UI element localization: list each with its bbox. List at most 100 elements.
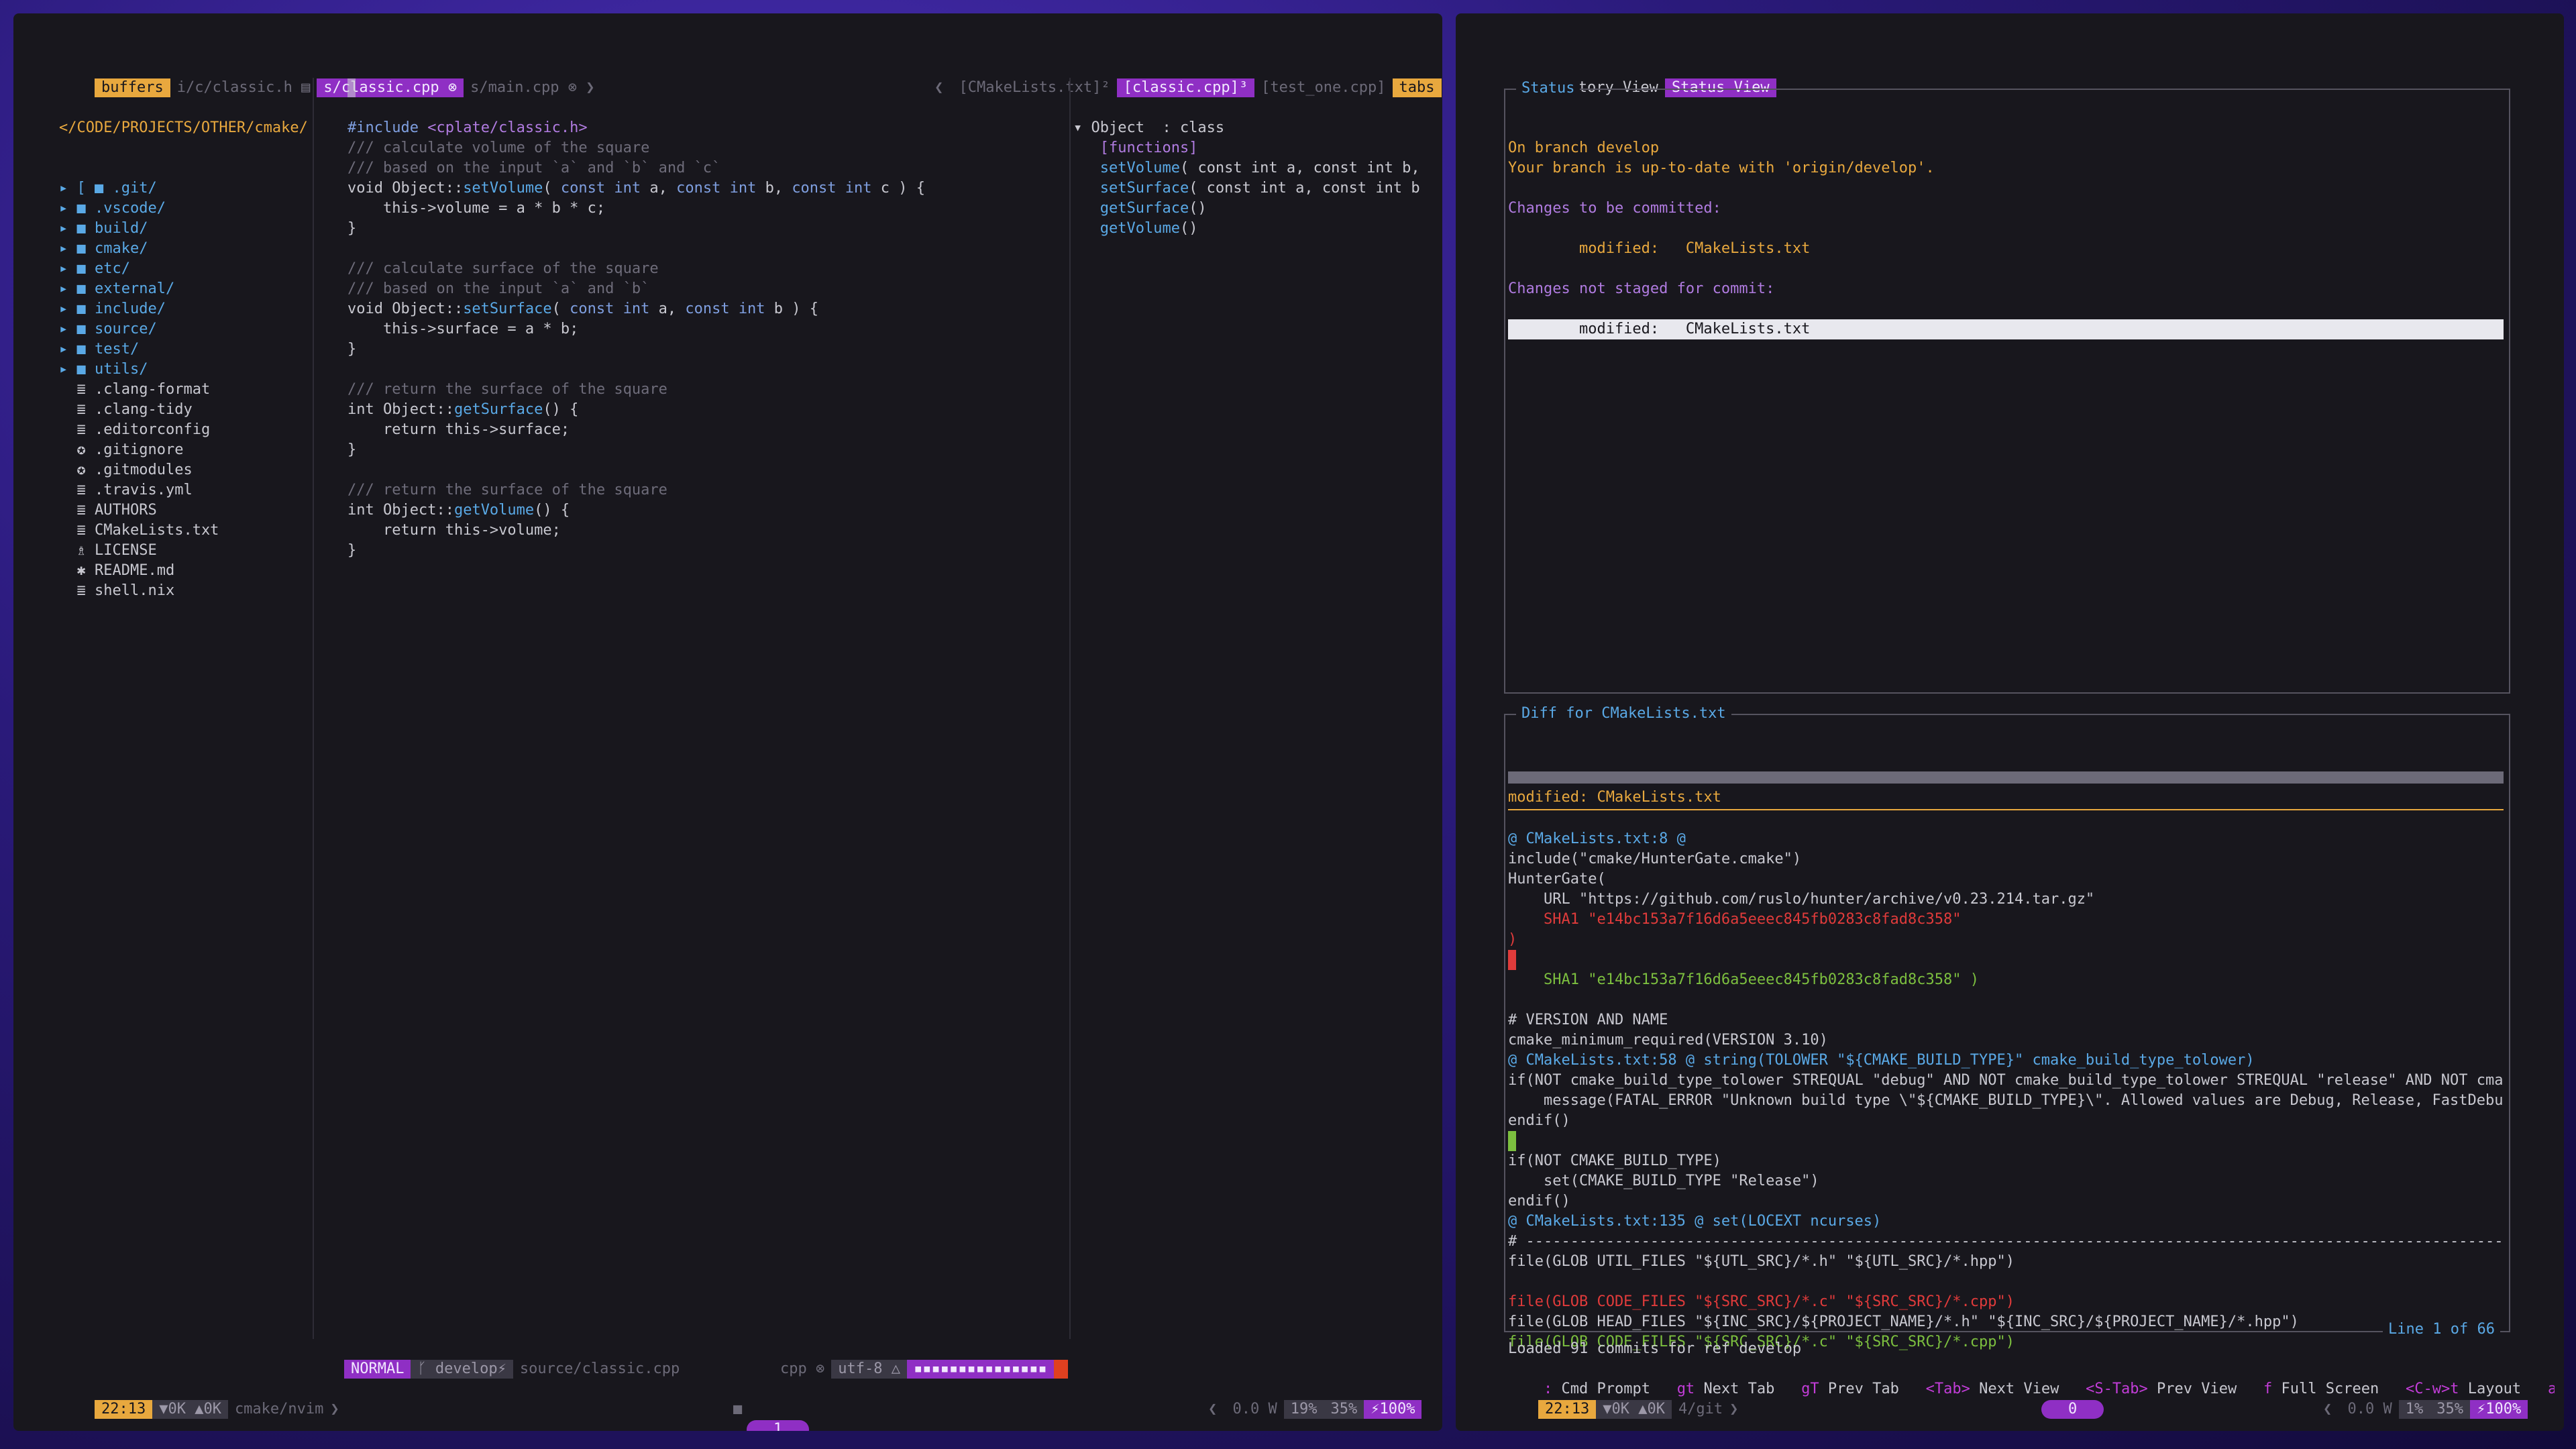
status-line bbox=[1508, 178, 2504, 199]
tmux-session: 4/git bbox=[1678, 1401, 1723, 1417]
tree-item[interactable]: ▸ ■ utils/ bbox=[59, 360, 314, 380]
statusline-right: cpp ⊗ utf-8 △ ▪▪▪▪▪▪▪▪▪▪▪▪▪▪▪ ▮ bbox=[738, 1339, 1068, 1379]
code-token: /// calculate volume of the square bbox=[347, 140, 650, 156]
tmux-load: 0.0 W bbox=[2347, 1401, 2392, 1417]
tree-item-name: external/ bbox=[95, 280, 175, 297]
text-cursor bbox=[347, 78, 356, 97]
expand-arrow-icon[interactable]: ▸ bbox=[59, 200, 77, 217]
tree-item-name: LICENSE bbox=[95, 542, 157, 559]
expand-arrow-icon[interactable] bbox=[59, 462, 77, 478]
tmux-window-1[interactable]: 1 bbox=[746, 1420, 810, 1431]
code-line: } bbox=[347, 541, 1072, 561]
expand-arrow-icon[interactable] bbox=[59, 522, 77, 539]
code-token: } bbox=[347, 220, 357, 237]
tree-item[interactable]: ▸ ■ include/ bbox=[59, 299, 314, 319]
current-file: source/classic.cpp bbox=[519, 1360, 680, 1377]
tree-item-name: .gitmodules bbox=[95, 462, 193, 478]
expand-arrow-icon[interactable]: ▸ bbox=[59, 280, 77, 297]
code-line: void Object::setVolume( const int a, con… bbox=[347, 178, 1072, 199]
tmux-window-0[interactable]: 0 bbox=[2041, 1400, 2104, 1419]
tree-item[interactable]: ≣ shell.nix bbox=[59, 581, 314, 601]
tree-item[interactable]: ▸ ■ source/ bbox=[59, 319, 314, 339]
tree-item-name: build/ bbox=[95, 220, 148, 237]
diff-header-bar bbox=[1508, 771, 2504, 784]
tree-item-name: cmake/ bbox=[95, 240, 148, 257]
expand-arrow-icon[interactable]: ▸ bbox=[59, 361, 77, 378]
tree-item[interactable]: ≣ .clang-format bbox=[59, 380, 314, 400]
expand-arrow-icon[interactable]: ▸ bbox=[59, 301, 77, 317]
expand-arrow-icon[interactable] bbox=[59, 562, 77, 579]
tree-item[interactable]: ♗ LICENSE bbox=[59, 541, 314, 561]
diff-line: file(GLOB CODE_FILES "${SRC_SRC}/*.c" "$… bbox=[1508, 1293, 2015, 1310]
tree-item[interactable]: ▸ ■ build/ bbox=[59, 219, 314, 239]
expand-arrow-icon[interactable] bbox=[59, 421, 77, 438]
expand-arrow-icon[interactable] bbox=[59, 502, 77, 519]
split-divider[interactable] bbox=[313, 78, 314, 1339]
tree-item[interactable]: ▸ [ ■ .git/ bbox=[59, 178, 314, 199]
tree-item[interactable]: ✪ .gitmodules bbox=[59, 460, 314, 480]
expand-arrow-icon[interactable] bbox=[59, 542, 77, 559]
diff-line: SHA1 "e14bc153a7f16d6a5eeec845fb0283c8fa… bbox=[1508, 971, 1979, 988]
diff-line: include("cmake/HunterGate.cmake") bbox=[1508, 851, 1802, 867]
folder-icon: ■ bbox=[76, 220, 95, 237]
expand-arrow-icon[interactable] bbox=[59, 441, 77, 458]
expand-arrow-icon[interactable] bbox=[59, 482, 77, 498]
tree-item[interactable]: ≣ .travis.yml bbox=[59, 480, 314, 500]
code-token: /// based on the input `a` and `b` bbox=[347, 280, 650, 297]
split-divider[interactable] bbox=[1069, 78, 1071, 1339]
folder-icon: ■ bbox=[76, 280, 95, 297]
tree-item[interactable]: ≣ CMakeLists.txt bbox=[59, 521, 314, 541]
expand-arrow-icon[interactable]: ▸ bbox=[59, 260, 77, 277]
expand-arrow-icon[interactable] bbox=[59, 582, 77, 599]
code-line: /// return the surface of the square bbox=[347, 380, 1072, 400]
code-line: int Object::getSurface() { bbox=[347, 400, 1072, 420]
expand-arrow-icon[interactable] bbox=[59, 381, 77, 398]
diff-panel-title: Diff for CMakeLists.txt bbox=[1516, 704, 1731, 723]
tree-item[interactable]: ≣ .clang-tidy bbox=[59, 400, 314, 420]
view-tabs: History View Status View bbox=[1509, 58, 1776, 97]
code-editor[interactable]: #include <cplate/classic.h> /// calculate… bbox=[347, 78, 1072, 601]
tree-item[interactable]: ▸ ■ external/ bbox=[59, 279, 314, 299]
code-token: /// return the surface of the square bbox=[347, 482, 667, 498]
folder-icon: ■ bbox=[76, 200, 95, 217]
code-line: /// based on the input `a` and `b` and `… bbox=[347, 158, 1072, 178]
tree-item[interactable]: ▸ ■ etc/ bbox=[59, 259, 314, 279]
diff-line: file(GLOB UTIL_FILES "${UTL_SRC}/*.h" "$… bbox=[1508, 1253, 2015, 1270]
keyhint-label: Prev Tab bbox=[1827, 1381, 1899, 1397]
tmux-cpu: 1% bbox=[2398, 1400, 2430, 1419]
code-line: return this->surface; bbox=[347, 420, 1072, 440]
loaded-message: Loaded 91 commits for ref develop bbox=[1508, 1340, 1802, 1357]
expand-arrow-icon[interactable]: ▸ bbox=[59, 341, 77, 358]
code-line: /// return the surface of the square bbox=[347, 480, 1072, 500]
tree-item[interactable]: ✱ README.md bbox=[59, 561, 314, 581]
tree-item[interactable]: ▸ ■ test/ bbox=[59, 339, 314, 360]
tree-item[interactable]: ≣ .editorconfig bbox=[59, 420, 314, 440]
code-token: b ) { bbox=[765, 301, 819, 317]
expand-arrow-icon[interactable]: ▸ bbox=[59, 180, 77, 197]
added-marker bbox=[1508, 1131, 1516, 1151]
expand-arrow-icon[interactable]: ▸ bbox=[59, 240, 77, 257]
keyhint-label: Prev View bbox=[2157, 1381, 2237, 1397]
code-token: void Object:: bbox=[347, 301, 464, 317]
tree-item[interactable]: ▸ ■ .vscode/ bbox=[59, 199, 314, 219]
file-icon: ✪ bbox=[76, 441, 95, 458]
expand-arrow-icon[interactable]: ▸ bbox=[59, 220, 77, 237]
code-token: setSurface bbox=[1073, 180, 1189, 197]
diff-line bbox=[1508, 990, 2504, 1010]
expand-arrow-icon[interactable]: ▸ bbox=[59, 321, 77, 337]
keyhint-key: f bbox=[2263, 1381, 2273, 1397]
tree-item[interactable]: ▸ ■ cmake/ bbox=[59, 239, 314, 259]
code-token: setSurface bbox=[463, 301, 552, 317]
expand-arrow-icon[interactable] bbox=[59, 401, 77, 418]
symbol-outline[interactable]: ▾ Object : class [functions] setVolume( … bbox=[1073, 78, 1420, 279]
tree-item[interactable]: ✪ .gitignore bbox=[59, 440, 314, 460]
folder-icon: ■ bbox=[76, 361, 95, 378]
selected-status-line[interactable]: modified: CMakeLists.txt bbox=[1508, 319, 2504, 339]
tmux-network: ▼0K ▲0K bbox=[1596, 1400, 1672, 1419]
tree-item[interactable]: ≣ AUTHORS bbox=[59, 500, 314, 521]
tree-item-name: .git/ bbox=[112, 180, 157, 197]
code-token: getSurface bbox=[453, 401, 543, 418]
code-token: return this->volume; bbox=[347, 522, 561, 539]
